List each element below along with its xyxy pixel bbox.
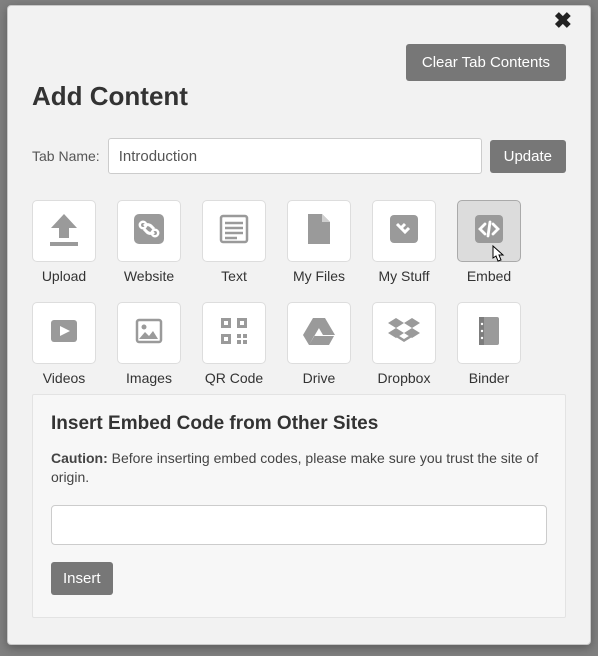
tile-label: Videos (43, 370, 86, 386)
binder-icon (474, 314, 504, 353)
tile-myfiles[interactable] (287, 200, 351, 262)
panel-heading: Insert Embed Code from Other Sites (51, 413, 547, 435)
tile-qrcode[interactable] (202, 302, 266, 364)
tile-dropbox[interactable] (372, 302, 436, 364)
tab-name-input[interactable] (108, 138, 482, 174)
embed-icon (472, 212, 506, 251)
insert-button[interactable]: Insert (51, 562, 113, 595)
close-icon[interactable]: ✖ (548, 8, 578, 34)
qrcode-icon (219, 316, 249, 351)
video-icon (47, 314, 81, 353)
image-icon (132, 314, 166, 353)
panel-caution: Caution: Before inserting embed codes, p… (51, 449, 547, 487)
tile-label: Upload (42, 268, 86, 284)
text-icon (217, 212, 251, 251)
add-content-modal: ✖ Clear Tab Contents Add Content Tab Nam… (7, 5, 591, 645)
tab-name-label: Tab Name: (32, 148, 100, 164)
link-icon (132, 212, 166, 251)
tile-videos[interactable] (32, 302, 96, 364)
embed-code-input[interactable] (51, 505, 547, 545)
modal-title: Add Content (32, 81, 566, 112)
tile-label: Website (124, 268, 174, 284)
tile-text[interactable] (202, 200, 266, 262)
clear-tab-contents-button[interactable]: Clear Tab Contents (406, 44, 566, 81)
drive-icon (302, 316, 336, 351)
upload-icon (47, 212, 81, 251)
tile-label: Binder (469, 370, 509, 386)
tile-label: Dropbox (378, 370, 431, 386)
content-type-grid: Upload Website Text (32, 200, 566, 386)
tile-upload[interactable] (32, 200, 96, 262)
tile-drive[interactable] (287, 302, 351, 364)
tile-mystuff[interactable] (372, 200, 436, 262)
tile-label: Embed (467, 268, 511, 284)
tile-embed[interactable] (457, 200, 521, 262)
tile-label: Drive (303, 370, 336, 386)
tile-label: My Files (293, 268, 345, 284)
tile-label: My Stuff (378, 268, 429, 284)
update-button[interactable]: Update (490, 140, 566, 173)
dropbox-icon (387, 316, 421, 351)
stuff-icon (387, 212, 421, 251)
file-icon (304, 212, 334, 251)
tile-label: QR Code (205, 370, 263, 386)
tile-label: Text (221, 268, 247, 284)
tile-label: Images (126, 370, 172, 386)
tile-website[interactable] (117, 200, 181, 262)
tile-images[interactable] (117, 302, 181, 364)
embed-panel: Insert Embed Code from Other Sites Cauti… (32, 394, 566, 618)
tile-binder[interactable] (457, 302, 521, 364)
